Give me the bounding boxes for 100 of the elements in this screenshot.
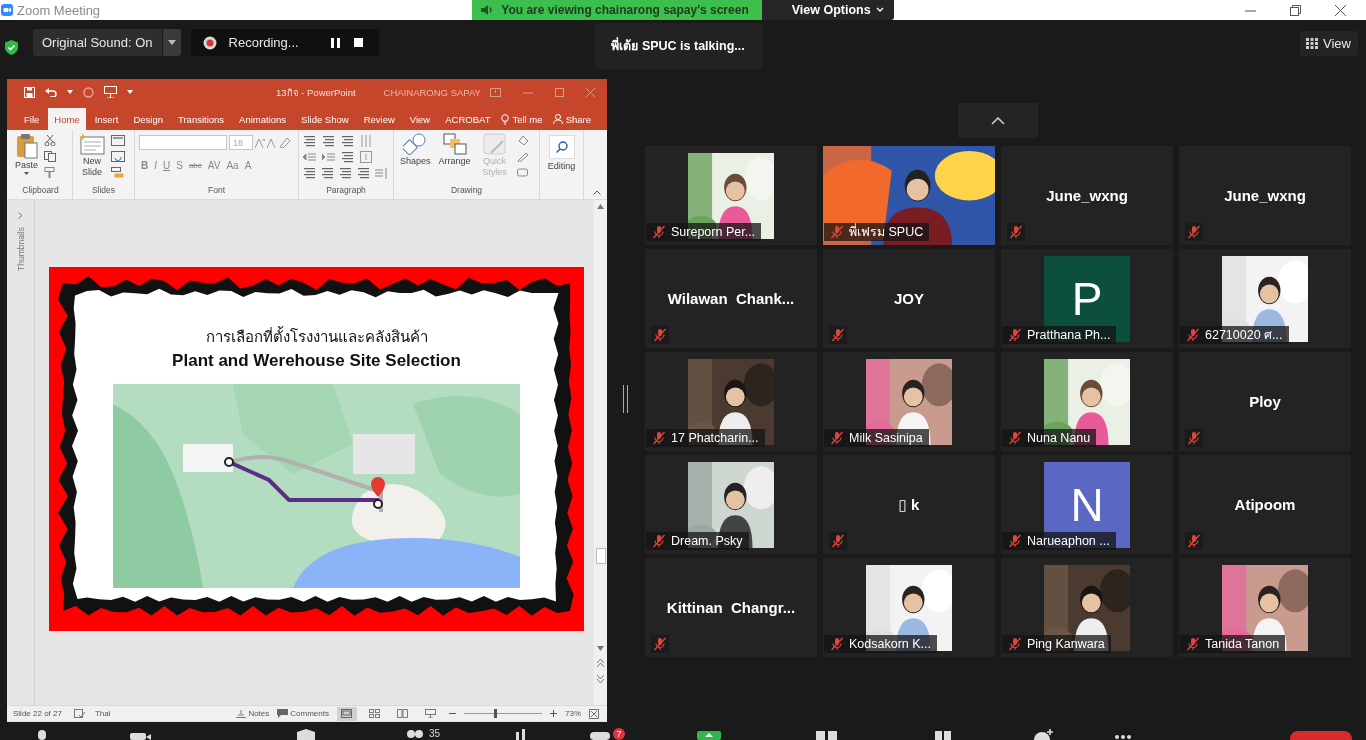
format-button[interactable]: S xyxy=(174,158,185,172)
normal-view-button[interactable] xyxy=(337,706,357,721)
fit-slide-icon[interactable] xyxy=(589,708,599,719)
grid-icon xyxy=(1306,38,1318,49)
banner-text: You are viewing chainarong sapay's screen xyxy=(501,3,749,17)
user-name: CHAINARONG SAPAY xyxy=(383,86,481,98)
font-name-field[interactable] xyxy=(139,135,227,150)
justify-icon[interactable] xyxy=(357,167,370,179)
format-button[interactable]: AV xyxy=(205,158,223,172)
format-button[interactable]: abc xyxy=(186,158,204,172)
align-center-icon[interactable] xyxy=(321,167,334,179)
group-label: Paragraph xyxy=(325,185,367,197)
section-icon[interactable] xyxy=(111,167,125,178)
participant-name: 17 Phatcharin... xyxy=(671,431,759,445)
restore-icon[interactable] xyxy=(1290,4,1301,16)
share-button[interactable]: Share xyxy=(546,108,597,130)
effects-icon[interactable] xyxy=(516,167,529,178)
view-options-button[interactable]: View Options xyxy=(761,0,894,20)
editing-button[interactable]: Editing xyxy=(544,134,579,172)
shapes-button[interactable]: Shapes xyxy=(398,133,433,185)
arrange-button[interactable]: Arrange xyxy=(436,133,473,185)
group-label: Slides xyxy=(90,185,117,197)
format-button[interactable]: B xyxy=(139,158,151,172)
copy-icon[interactable] xyxy=(44,151,56,162)
clear-format-icon[interactable] xyxy=(279,137,291,148)
stop-icon[interactable] xyxy=(353,37,363,47)
ribbon-tab[interactable]: Insert xyxy=(88,108,125,130)
zoom-percent[interactable]: 73% xyxy=(565,709,581,718)
fill-icon[interactable] xyxy=(516,135,529,146)
format-button[interactable]: A xyxy=(242,158,254,172)
slide-title: การเลือกที่ตั้งโรงงานและคลังสินค้า xyxy=(205,325,428,347)
ribbon-tab[interactable]: View xyxy=(403,108,437,130)
ribbon-tab[interactable]: Home xyxy=(48,108,86,130)
collapse-icon[interactable] xyxy=(593,190,601,195)
close-icon[interactable] xyxy=(1335,4,1346,16)
ribbon-tab[interactable]: Slide Show xyxy=(295,108,355,130)
align-left-icon[interactable] xyxy=(303,167,316,179)
reactions-icon[interactable] xyxy=(1031,728,1056,740)
bullets-icon[interactable] xyxy=(303,135,316,147)
talking-indicator: พี่เต้ย SPUC is talking... xyxy=(593,22,763,69)
shield-icon[interactable] xyxy=(294,728,318,740)
reset-icon[interactable] xyxy=(111,151,125,162)
align-icon[interactable] xyxy=(341,151,354,163)
format-button[interactable]: Aa xyxy=(224,158,241,172)
line-spacing-icon[interactable] xyxy=(341,135,354,147)
spell-check-icon[interactable] xyxy=(73,709,85,718)
numbering-icon[interactable] xyxy=(322,135,335,147)
text-box-icon[interactable] xyxy=(360,151,372,163)
participant-name: Narueaphon ... xyxy=(1027,534,1110,548)
align-right-icon[interactable] xyxy=(339,167,352,179)
new-slide-button[interactable]: New Slide xyxy=(77,133,107,185)
scrollbar-thumb[interactable] xyxy=(595,548,606,564)
ribbon-tab[interactable]: Design xyxy=(127,108,169,130)
next-slide-icon[interactable] xyxy=(597,675,604,683)
ribbon-tab[interactable]: File xyxy=(18,108,46,130)
thumbnails-label[interactable]: Thumbnails xyxy=(15,227,26,271)
participant-name: JOY xyxy=(894,290,924,307)
cut-icon[interactable] xyxy=(44,135,56,146)
sound-dropdown[interactable] xyxy=(162,29,181,56)
arrange-icon xyxy=(442,133,467,155)
comments-button[interactable]: Comments xyxy=(277,709,329,718)
breakout-icon[interactable] xyxy=(815,728,840,740)
format-button[interactable]: I xyxy=(152,158,159,172)
ribbon-tab[interactable]: Animations xyxy=(233,108,293,130)
end-button[interactable] xyxy=(1290,731,1352,740)
original-sound-button[interactable]: Original Sound: On xyxy=(33,29,162,56)
minus-icon[interactable] xyxy=(449,710,456,717)
ribbon-tab[interactable]: Transitions xyxy=(172,108,231,130)
paste-button[interactable]: Paste xyxy=(13,133,40,185)
caret-icon[interactable] xyxy=(127,90,133,94)
tell-me-field[interactable]: Tell me xyxy=(501,108,543,130)
indent-icon[interactable] xyxy=(322,151,335,163)
brush-icon[interactable] xyxy=(44,167,56,178)
view-button[interactable]: View xyxy=(1300,31,1358,56)
pause-icon[interactable] xyxy=(330,37,340,48)
zoom-slider-thumb[interactable] xyxy=(494,709,498,718)
group-label: Font xyxy=(207,185,226,197)
save-icon[interactable] xyxy=(24,86,35,98)
language-label[interactable]: Thai xyxy=(94,709,111,718)
ribbon-tab[interactable]: ACROBAT xyxy=(439,108,497,130)
projector-icon xyxy=(425,709,437,718)
outdent-icon[interactable] xyxy=(303,151,316,163)
notes-button[interactable]: Notes xyxy=(236,709,270,718)
scroll-up-icon[interactable] xyxy=(597,204,604,209)
chat-badge: 7 xyxy=(613,728,626,740)
participant-name: Kittinan Changr... xyxy=(666,599,796,616)
caret-icon xyxy=(875,7,884,13)
resize-handle[interactable] xyxy=(623,385,628,413)
share-screen-icon[interactable] xyxy=(697,731,722,740)
presenter-icon[interactable] xyxy=(104,86,117,98)
previous-slide-icon[interactable] xyxy=(597,659,604,667)
format-button[interactable]: U xyxy=(161,158,173,172)
caret-icon[interactable] xyxy=(67,90,73,94)
outline-icon[interactable] xyxy=(516,151,529,162)
ribbon-tab[interactable]: Review xyxy=(357,108,401,130)
undo-icon[interactable] xyxy=(45,87,57,97)
chevron-icon[interactable] xyxy=(18,212,23,219)
plus-icon[interactable] xyxy=(550,710,557,717)
scroll-down-icon[interactable] xyxy=(597,646,604,651)
shield-icon xyxy=(5,40,18,55)
